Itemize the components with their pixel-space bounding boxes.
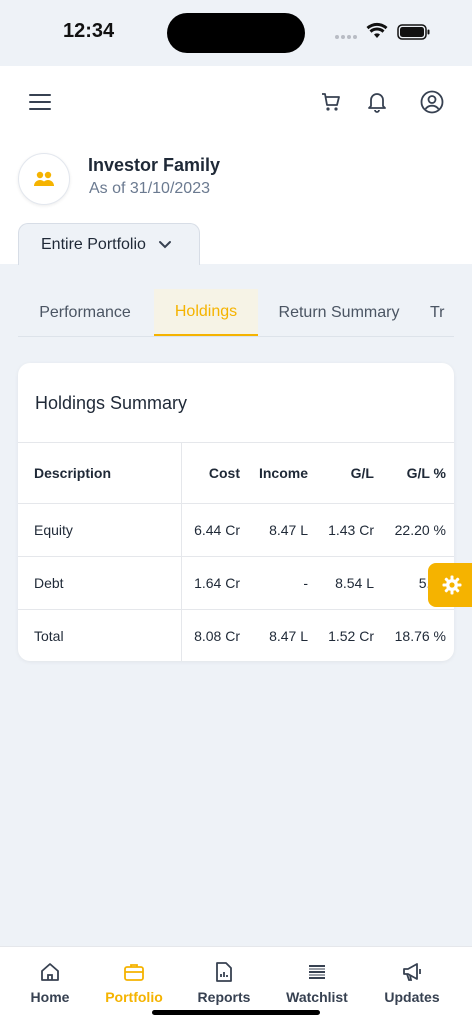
holdings-summary-card: Holdings Summary Description Cost Income… [18, 363, 454, 661]
nav-updates[interactable]: Updates [367, 959, 457, 1005]
home-indicator [152, 1010, 320, 1015]
gear-icon [442, 575, 462, 595]
holdings-table: Description Cost Income G/L G/L % Equity… [18, 442, 454, 661]
table-row: Debt 1.64 Cr - 8.54 L 5.22 [18, 556, 454, 609]
briefcase-icon [123, 959, 145, 985]
table-cell: 18.76 % [394, 628, 446, 644]
menu-icon[interactable] [26, 88, 54, 116]
table-cell: Equity [34, 522, 73, 538]
card-title: Holdings Summary [35, 393, 188, 413]
status-time: 12:34 [63, 20, 115, 42]
nav-label: Portfolio [105, 989, 163, 1005]
home-icon [39, 959, 61, 985]
settings-fab[interactable] [428, 563, 472, 607]
nav-watchlist[interactable]: Watchlist [272, 959, 362, 1005]
wifi-icon [366, 22, 388, 45]
cart-icon[interactable] [317, 88, 345, 116]
user-circle-icon[interactable] [418, 88, 446, 116]
column-divider [181, 442, 182, 661]
portfolio-tabs: Performance Holdings Return Summary Tr [18, 289, 454, 337]
chevron-down-icon [158, 240, 172, 250]
table-cell: 8.08 Cr [194, 628, 240, 644]
nav-label: Home [30, 989, 70, 1005]
table-row: Total 8.08 Cr 8.47 L 1.52 Cr 18.76 % [18, 609, 454, 661]
signal-icon [335, 35, 357, 39]
megaphone-icon [401, 959, 423, 985]
table-cell: Total [34, 628, 64, 644]
tab-holdings[interactable]: Holdings [154, 289, 258, 336]
table-cell: Debt [34, 575, 64, 591]
column-header: G/L [350, 465, 374, 481]
dynamic-island [167, 13, 305, 53]
portfolio-dropdown[interactable]: Entire Portfolio [18, 223, 200, 265]
table-cell: 1.43 Cr [328, 522, 374, 538]
table-cell: 8.47 L [269, 522, 308, 538]
table-header-row: Description Cost Income G/L G/L % [18, 442, 454, 503]
column-header: Income [258, 465, 308, 481]
table-cell: 1.52 Cr [328, 628, 374, 644]
table-cell: 8.47 L [269, 628, 308, 644]
report-icon [214, 959, 234, 985]
table-cell: - [303, 575, 308, 591]
column-header: G/L % [406, 465, 446, 481]
nav-label: Updates [384, 989, 440, 1005]
portfolio-dropdown-label: Entire Portfolio [41, 235, 146, 253]
tab-truncated[interactable]: Tr [430, 289, 454, 336]
table-row: Equity 6.44 Cr 8.47 L 1.43 Cr 22.20 % [18, 503, 454, 556]
family-avatar [18, 153, 70, 205]
table-cell: 1.64 Cr [194, 575, 240, 591]
nav-portfolio[interactable]: Portfolio [89, 959, 179, 1005]
investor-name: Investor Family [88, 155, 221, 175]
app-header: Investor Family As of 31/10/2023 Entire … [0, 66, 472, 265]
nav-label: Reports [197, 989, 251, 1005]
as-of-date: As of 31/10/2023 [89, 180, 210, 197]
bell-icon[interactable] [363, 88, 391, 116]
nav-reports[interactable]: Reports [179, 959, 269, 1005]
tab-return-summary[interactable]: Return Summary [264, 289, 414, 336]
family-icon [34, 171, 54, 186]
table-cell: 8.54 L [335, 575, 374, 591]
column-header: Cost [208, 465, 240, 481]
table-cell: 6.44 Cr [194, 522, 240, 538]
column-header: Description [34, 465, 112, 481]
nav-home[interactable]: Home [5, 959, 95, 1005]
nav-label: Watchlist [286, 989, 348, 1005]
battery-icon [397, 24, 431, 45]
status-bar: 12:34 [0, 0, 472, 66]
tab-performance[interactable]: Performance [18, 289, 152, 336]
table-cell: 22.20 % [394, 522, 446, 538]
list-icon [307, 959, 327, 985]
